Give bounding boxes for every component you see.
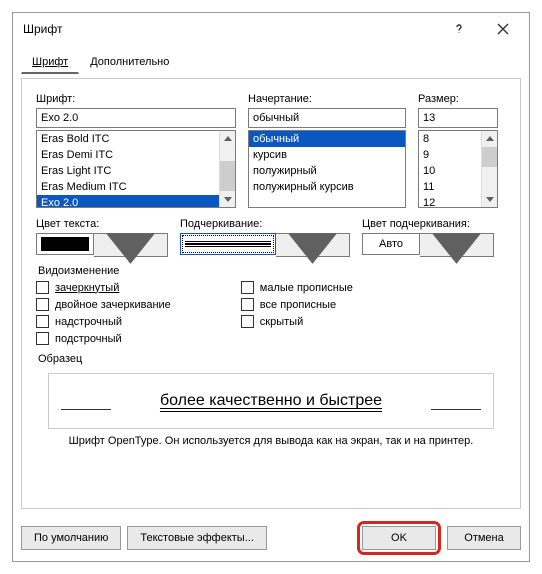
cancel-button[interactable]: Отмена <box>447 526 521 550</box>
sample-legend: Образец <box>36 353 84 365</box>
font-list[interactable]: Eras Bold ITC Eras Demi ITC Eras Light I… <box>36 130 236 208</box>
tab-font[interactable]: Шрифт <box>21 51 79 74</box>
window-title: Шрифт <box>23 22 437 36</box>
sample-text: более качественно и быстрее <box>160 392 382 410</box>
text-effects-button[interactable]: Текстовые эффекты... <box>127 526 267 550</box>
scrollbar[interactable] <box>219 131 235 207</box>
scrollbar[interactable] <box>481 131 497 207</box>
underline-sample <box>185 241 271 247</box>
list-item[interactable]: Eras Light ITC <box>37 163 235 179</box>
tab-strip: Шрифт Дополнительно <box>13 45 529 74</box>
style-list[interactable]: обычный курсив полужирный полужирный кур… <box>248 130 406 208</box>
scroll-up-icon[interactable] <box>482 131 497 147</box>
checkbox-all-caps[interactable]: все прописные <box>241 298 353 311</box>
font-dialog: Шрифт Шрифт Дополнительно Шрифт: Exo 2.0… <box>12 12 530 562</box>
list-item[interactable]: Eras Demi ITC <box>37 147 235 163</box>
dialog-footer: По умолчанию Текстовые эффекты... OK Отм… <box>13 515 529 561</box>
ok-highlight: OK <box>357 521 441 555</box>
checkbox-hidden[interactable]: скрытый <box>241 315 353 328</box>
underline-color-value: Авто <box>362 233 420 255</box>
scroll-thumb[interactable] <box>482 147 497 167</box>
list-item[interactable]: полужирный <box>249 163 405 179</box>
ok-button[interactable]: OK <box>362 526 436 550</box>
style-label: Начертание: <box>248 93 406 105</box>
scroll-up-icon[interactable] <box>220 131 235 147</box>
size-input[interactable]: 13 <box>418 108 498 128</box>
checkbox-strikethrough[interactable]: зачеркнутый <box>36 281 171 294</box>
font-color-dropdown[interactable] <box>36 233 168 255</box>
close-button[interactable] <box>481 14 525 44</box>
chevron-down-icon[interactable] <box>420 233 494 257</box>
default-button[interactable]: По умолчанию <box>21 526 121 550</box>
help-button[interactable] <box>437 14 481 44</box>
checkbox-superscript[interactable]: надстрочный <box>36 315 171 328</box>
scroll-thumb[interactable] <box>220 161 235 191</box>
chevron-down-icon[interactable] <box>94 233 168 257</box>
font-label: Шрифт: <box>36 93 236 105</box>
effects-legend: Видоизменение <box>36 265 121 277</box>
list-item[interactable]: курсив <box>249 147 405 163</box>
scroll-down-icon[interactable] <box>482 191 497 207</box>
scroll-down-icon[interactable] <box>220 191 235 207</box>
list-item[interactable]: Eras Medium ITC <box>37 179 235 195</box>
list-item[interactable]: полужирный курсив <box>249 179 405 195</box>
size-list[interactable]: 8 9 10 11 12 <box>418 130 498 208</box>
titlebar: Шрифт <box>13 13 529 45</box>
checkbox-double-strike[interactable]: двойное зачеркивание <box>36 298 171 311</box>
chevron-down-icon[interactable] <box>276 233 350 257</box>
size-label: Размер: <box>418 93 498 105</box>
sample-preview: более качественно и быстрее <box>48 373 494 429</box>
list-item[interactable]: Exo 2.0 <box>37 195 235 208</box>
checkbox-subscript[interactable]: подстрочный <box>36 332 171 345</box>
tab-advanced[interactable]: Дополнительно <box>79 51 180 74</box>
style-input[interactable]: обычный <box>248 108 406 128</box>
color-swatch <box>41 237 89 251</box>
checkbox-small-caps[interactable]: малые прописные <box>241 281 353 294</box>
font-info-text: Шрифт OpenType. Он используется для выво… <box>36 435 506 447</box>
font-input[interactable]: Exo 2.0 <box>36 108 236 128</box>
underline-color-dropdown[interactable]: Авто <box>362 233 494 255</box>
underline-dropdown[interactable] <box>180 233 350 255</box>
list-item[interactable]: обычный <box>249 131 405 147</box>
list-item[interactable]: Eras Bold ITC <box>37 131 235 147</box>
